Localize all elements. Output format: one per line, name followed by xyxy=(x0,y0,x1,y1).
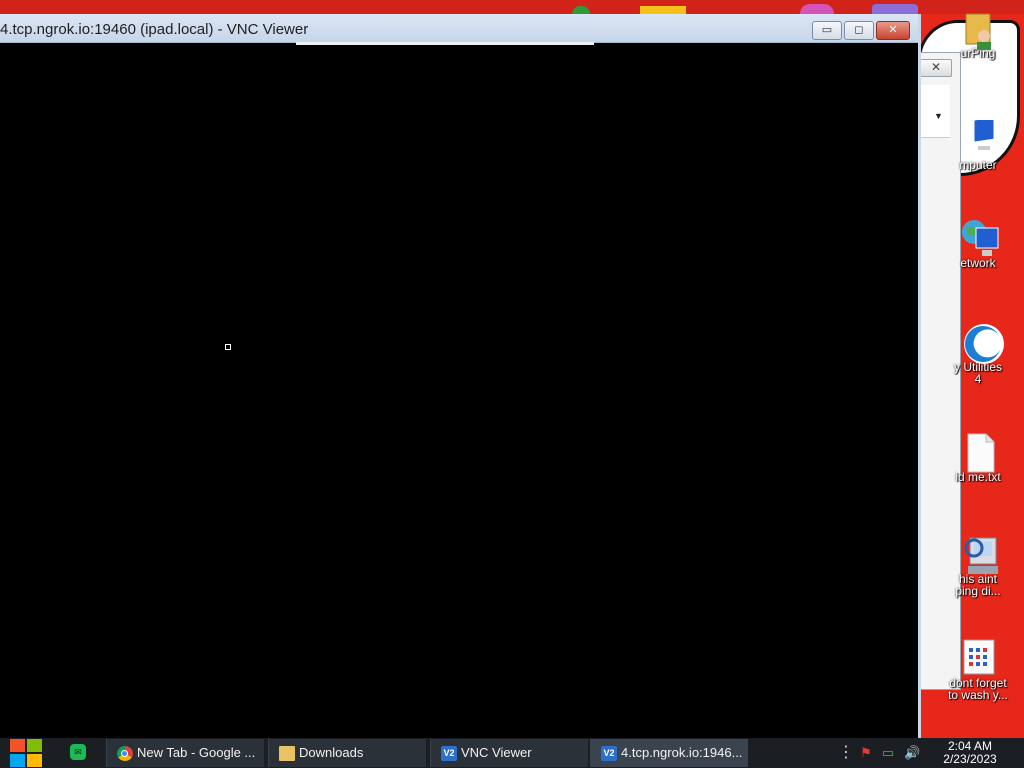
clock-date: 2/23/2023 xyxy=(943,752,997,766)
close-button[interactable]: ✕ xyxy=(876,21,910,40)
taskbar-item-label: Downloads xyxy=(299,745,364,760)
taskbar-item-chrome[interactable]: New Tab - Google ... xyxy=(106,739,264,767)
computer-icon xyxy=(960,116,996,156)
taskbar-item-vnc-session[interactable]: V2 4.tcp.ngrok.io:1946... xyxy=(590,739,748,767)
desktop-icon-calendar-file[interactable]: dont forget to wash y... xyxy=(938,638,1018,701)
chat-app-icon: ✉ xyxy=(70,744,86,760)
taskbar-item-label: 4.tcp.ngrok.io:1946... xyxy=(621,745,743,760)
network-icon xyxy=(960,218,999,256)
desktop-icon-network[interactable]: etwork xyxy=(938,218,1018,269)
windows-logo-icon xyxy=(10,739,25,752)
wallpaper-accent-green xyxy=(572,6,590,14)
vnc-viewer-window[interactable]: 4.tcp.ngrok.io:19460 (ipad.local) - VNC … xyxy=(0,14,921,738)
wallpaper-accent-yellow xyxy=(640,6,686,14)
minimize-button[interactable]: ▭ xyxy=(812,21,842,40)
remote-cursor-icon xyxy=(225,344,231,350)
taskbar: ✉ New Tab - Google ... Downloads V2 VNC … xyxy=(0,738,1024,768)
taskbar-item-vnc-viewer[interactable]: V2 VNC Viewer xyxy=(430,739,588,767)
background-window-close-button[interactable]: ✕ xyxy=(920,59,952,77)
start-button[interactable] xyxy=(10,738,44,768)
maximize-icon: ◻ xyxy=(854,24,864,36)
window-titlebar[interactable]: 4.tcp.ngrok.io:19460 (ipad.local) - VNC … xyxy=(0,14,918,43)
overflow-menu-icon[interactable]: ⋮ xyxy=(838,745,854,761)
desktop-icon-scanner[interactable]: his aint ping di... xyxy=(938,534,1018,597)
maximize-button[interactable]: ◻ xyxy=(844,21,874,40)
chrome-icon xyxy=(117,746,133,761)
remote-screen-canvas[interactable] xyxy=(0,45,915,738)
close-icon: ✕ xyxy=(888,24,898,36)
action-center-flag-icon[interactable]: ⚑ xyxy=(858,745,874,761)
desktop-icon-computer[interactable]: mputer xyxy=(938,116,1018,172)
volume-icon[interactable]: 🔊 xyxy=(904,745,920,761)
wallpaper-accent-pink xyxy=(800,4,834,14)
vnc-icon: V2 xyxy=(601,746,617,761)
desktop-icon-text-file[interactable]: id me.txt xyxy=(938,432,1018,483)
folder-icon xyxy=(279,746,295,761)
utilities-icon xyxy=(960,322,1004,364)
desktop-wallpaper-strip xyxy=(0,0,1024,14)
vnc-icon: V2 xyxy=(441,746,457,761)
taskbar-clock[interactable]: 2:04 AM 2/23/2023 xyxy=(932,740,1008,766)
user-folder-icon xyxy=(960,8,996,50)
network-tray-icon[interactable]: ▭ xyxy=(880,745,896,761)
taskbar-item-label: VNC Viewer xyxy=(461,745,532,760)
pinned-chat-app[interactable]: ✉ xyxy=(70,744,90,762)
wallpaper-accent-purple xyxy=(872,4,918,14)
taskbar-item-label: New Tab - Google ... xyxy=(137,745,256,760)
text-file-icon xyxy=(960,432,996,473)
calendar-file-icon xyxy=(960,638,996,675)
scanner-icon xyxy=(960,534,998,574)
desktop-icon-label: mputer xyxy=(959,158,997,172)
desktop-icon-label: dont forget to wash y... xyxy=(948,676,1008,702)
minimize-icon: ▭ xyxy=(821,24,833,36)
taskbar-item-downloads[interactable]: Downloads xyxy=(268,739,426,767)
desktop-icon-utilities[interactable]: y Utilities 4 xyxy=(938,322,1018,385)
desktop-icon-user-folder[interactable]: urPing xyxy=(938,8,1018,59)
window-title: 4.tcp.ngrok.io:19460 (ipad.local) - VNC … xyxy=(0,21,309,38)
